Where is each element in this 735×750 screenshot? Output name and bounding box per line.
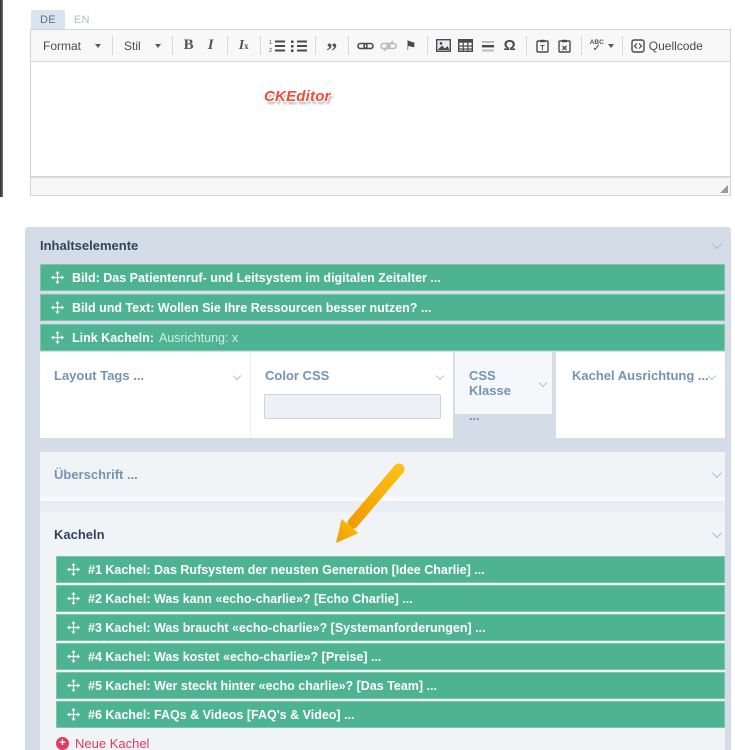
spellcheck-icon[interactable]: ABC ✓ xyxy=(587,34,617,58)
window-edge xyxy=(0,0,3,197)
caret-down-icon xyxy=(154,43,161,48)
move-icon[interactable] xyxy=(67,592,80,605)
format-dropdown[interactable]: Format xyxy=(37,34,107,58)
move-icon[interactable] xyxy=(67,621,80,634)
move-icon[interactable] xyxy=(67,650,80,663)
bullet-list-icon[interactable] xyxy=(288,34,310,58)
move-icon[interactable] xyxy=(51,301,64,314)
move-icon[interactable] xyxy=(51,271,64,284)
ordered-list-icon[interactable]: 12 xyxy=(266,34,288,58)
resize-handle-icon[interactable] xyxy=(720,185,728,193)
move-icon[interactable] xyxy=(67,679,80,692)
horizontal-rule-icon[interactable] xyxy=(477,34,499,58)
editor-toolbar: Format Stil B I Ix 12 ” ⚑ Ω T ABC ✓ Quel… xyxy=(30,29,731,62)
panel-title: Inhaltselemente xyxy=(40,238,139,253)
kacheln-list: #1 Kachel: Das Rufsystem der neusten Gen… xyxy=(56,556,725,728)
content-item-bar[interactable]: Link Kacheln: Ausrichtung: x xyxy=(40,324,725,351)
paste-as-text-icon[interactable] xyxy=(554,34,576,58)
ckeditor-logo: CKEditor xyxy=(264,88,331,105)
kachel-bar[interactable]: #6 Kachel: FAQs & Videos [FAQ's & Video]… xyxy=(56,701,725,728)
editor-content-area[interactable]: CKEditor xyxy=(30,62,731,177)
language-tabs: DE EN xyxy=(31,10,731,29)
chevron-down-icon[interactable] xyxy=(711,468,722,479)
kacheln-header[interactable]: Kacheln xyxy=(40,512,725,556)
unlink-icon xyxy=(377,34,400,58)
caret-down-icon xyxy=(607,43,614,48)
move-icon[interactable] xyxy=(67,708,80,721)
link-icon[interactable] xyxy=(354,34,377,58)
section-kacheln: Kacheln #1 Kachel: Das Rufsystem der neu… xyxy=(40,512,725,750)
remove-format-icon[interactable]: Ix xyxy=(233,34,255,58)
field-color-css: Color CSS xyxy=(250,352,453,438)
image-icon[interactable] xyxy=(433,34,455,58)
field-kachel-ausrichtung[interactable]: Kachel Ausrichtung ... xyxy=(556,352,725,438)
svg-text:2: 2 xyxy=(269,48,272,53)
content-item-bar[interactable]: Bild: Das Patientenruf- und Leitsystem i… xyxy=(40,264,725,291)
kachel-bar[interactable]: #1 Kachel: Das Rufsystem der neusten Gen… xyxy=(56,556,725,583)
tab-en[interactable]: EN xyxy=(65,10,99,29)
paste-from-word-icon[interactable]: T xyxy=(532,34,554,58)
stil-dropdown[interactable]: Stil xyxy=(118,34,167,58)
field-layout-tags[interactable]: Layout Tags ... xyxy=(40,352,250,438)
editor-footer xyxy=(30,177,731,196)
link-kacheln-form: Layout Tags ... Color CSS CSS Klasse ...… xyxy=(40,352,725,438)
css-klasse-value: ... xyxy=(469,408,480,423)
table-icon[interactable] xyxy=(455,34,477,58)
special-char-icon[interactable]: Ω xyxy=(499,34,521,58)
blockquote-icon[interactable]: ” xyxy=(321,34,343,61)
chevron-down-icon xyxy=(707,371,717,380)
kachel-bar[interactable]: #2 Kachel: Was kann «echo-charlie»? [Ech… xyxy=(56,585,725,612)
chevron-down-icon xyxy=(232,371,242,380)
color-css-input[interactable] xyxy=(264,394,441,419)
content-item-bar[interactable]: Bild und Text: Wollen Sie Ihre Ressource… xyxy=(40,294,725,321)
italic-icon[interactable]: I xyxy=(200,34,222,58)
add-plus-icon: + xyxy=(56,737,69,750)
section-ueberschrift[interactable]: Überschrift ... xyxy=(40,452,725,497)
tab-de[interactable]: DE xyxy=(31,10,65,29)
field-css-klasse[interactable]: CSS Klasse ... xyxy=(455,352,552,423)
move-icon[interactable] xyxy=(67,563,80,576)
kachel-bar[interactable]: #4 Kachel: Was kostet «echo-charlie»? [P… xyxy=(56,643,725,670)
anchor-flag-icon[interactable]: ⚑ xyxy=(400,34,422,58)
kachel-bar[interactable]: #3 Kachel: Was braucht «echo-charlie»? [… xyxy=(56,614,725,641)
chevron-down-icon xyxy=(538,378,548,388)
neue-kachel-button[interactable]: + Neue Kachel xyxy=(56,736,149,750)
chevron-down-icon[interactable] xyxy=(711,527,722,538)
move-icon[interactable] xyxy=(51,331,64,344)
svg-text:T: T xyxy=(540,45,545,52)
chevron-down-icon xyxy=(435,371,445,380)
chevron-down-icon[interactable] xyxy=(711,239,722,250)
bold-icon[interactable]: B xyxy=(178,34,200,58)
panel-header-inhaltselemente[interactable]: Inhaltselemente xyxy=(40,227,725,264)
source-code-button[interactable]: Quellcode xyxy=(628,34,706,58)
svg-text:1: 1 xyxy=(269,40,272,46)
inhaltselemente-panel: Inhaltselemente Bild: Das Patientenruf- … xyxy=(25,227,731,750)
kachel-bar[interactable]: #5 Kachel: Wer steckt hinter «echo charl… xyxy=(56,672,725,699)
caret-down-icon xyxy=(95,43,102,48)
richtext-editor: DE EN Format Stil B I Ix 12 ” ⚑ Ω T ABC … xyxy=(30,10,731,196)
